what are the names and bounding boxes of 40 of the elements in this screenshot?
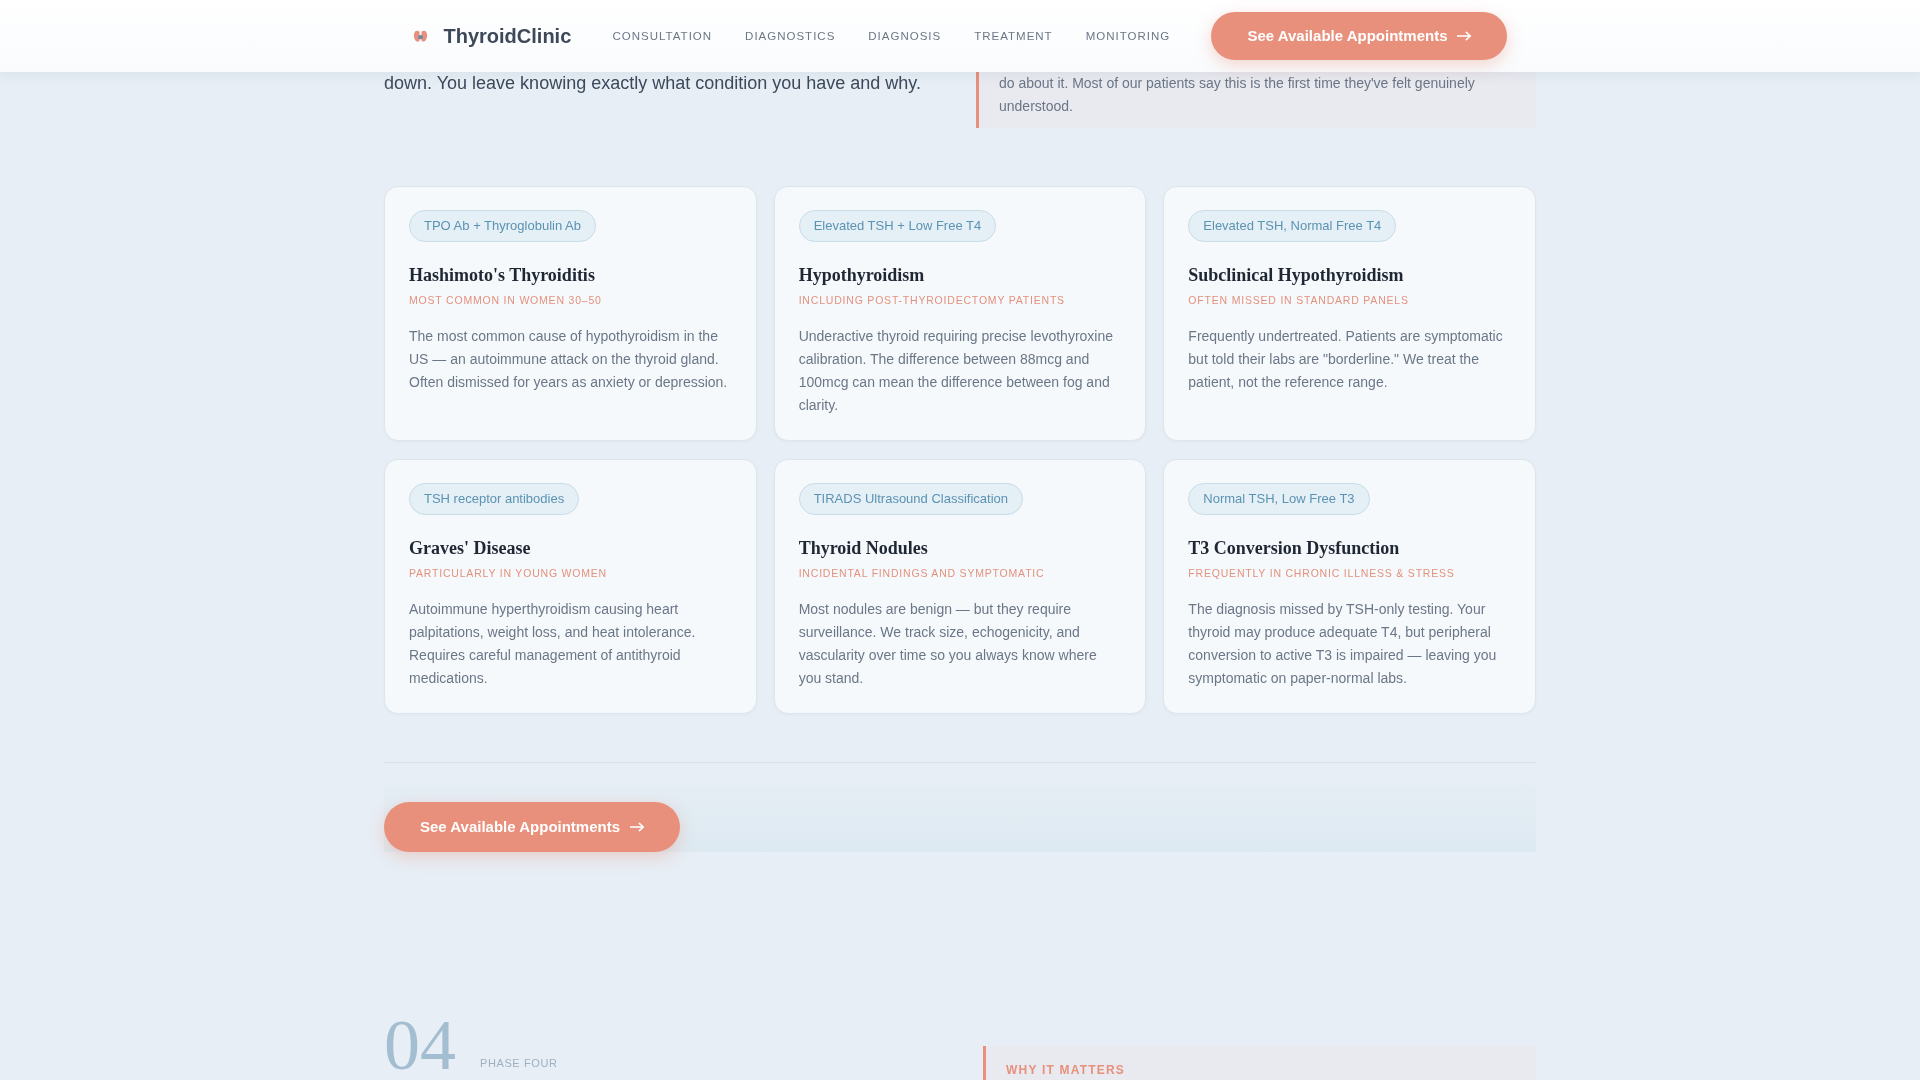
card-subtitle: PARTICULARLY IN YOUNG WOMEN — [409, 566, 607, 580]
card-title: Graves' Disease — [409, 537, 531, 560]
why-heading: WHY IT MATTERS — [1006, 1062, 1127, 1078]
card-subtitle: FREQUENTLY IN CHRONIC ILLNESS & STRESS — [1188, 566, 1455, 580]
card-title: T3 Conversion Dysfunction — [1188, 537, 1400, 560]
test-tag: TIRADS Ultrasound Classification — [798, 483, 1023, 515]
card-title: Subclinical Hypothyroidism — [1188, 264, 1404, 287]
nav-link[interactable]: CONSULTATION — [612, 28, 713, 44]
card-subtitle: MOST COMMON IN WOMEN 30–50 — [409, 293, 602, 307]
card-description: Underactive thyroid requiring precise levothyroxine calibration. The difference between 88mcg and 100mcg can mean the difference between fog and clarity. — [798, 327, 1115, 415]
card-title: Hashimoto's Thyroiditis — [409, 264, 595, 287]
card-description: Autoimmune hyperthyroidism causing heart palpitations, weight loss, and heat intolerance. Requires careful management of antithyroid medications. — [409, 600, 697, 688]
arrow-icon — [630, 822, 646, 832]
card-description: Frequently undertreated. Patients are symptomatic but told their labs are "borderline." We treat the patient, not the reference range. — [1188, 327, 1504, 392]
nav-link[interactable]: DIAGNOSIS — [868, 28, 942, 44]
intro-text: down. You leave knowing exactly what condition you have and why. — [384, 73, 922, 93]
appointments-button[interactable]: See Available Appointments — [1211, 12, 1508, 60]
nav-link[interactable]: MONITORING — [1085, 28, 1171, 44]
test-tag: Elevated TSH, Normal Free T4 — [1188, 210, 1397, 242]
test-tag: TSH receptor antibodies — [409, 483, 580, 515]
card-title: Hypothyroidism — [798, 264, 925, 287]
test-tag: Normal TSH, Low Free T3 — [1188, 483, 1370, 515]
quote-text: do about it. Most of our patients say this is the first time they've felt genuinely understood. — [999, 74, 1476, 116]
card-description: Most nodules are benign — but they require surveillance. We track size, echogenicity, and vascularity over time so you always know where you stand. — [798, 600, 1098, 688]
card-subtitle: OFTEN MISSED IN STANDARD PANELS — [1188, 293, 1409, 307]
card-subtitle: INCLUDING POST-THYROIDECTOMY PATIENTS — [798, 293, 1065, 307]
phase-number: 04 — [384, 1016, 456, 1074]
brand-name[interactable]: ThyroidClinic — [443, 24, 572, 48]
test-tag: Elevated TSH + Low Free T4 — [798, 210, 997, 242]
thyroid-icon — [412, 28, 428, 44]
phase-label: PHASE FOUR — [480, 1056, 558, 1070]
card-title: Thyroid Nodules — [798, 537, 928, 560]
nav-link[interactable]: DIAGNOSTICS — [745, 28, 836, 44]
card-description: The most common cause of hypothyroidism in the US — an autoimmune attack on the thyroid gland. Often dismissed for years as anxiety or depression. — [409, 327, 729, 392]
nav-link[interactable]: TREATMENT — [974, 28, 1053, 44]
card-description: The diagnosis missed by TSH-only testing. Your thyroid may produce adequate T4, but peripheral conversion to active T3 is impaired — leaving you symptomatic on paper-normal labs. — [1188, 600, 1498, 688]
test-tag: TPO Ab + Thyroglobulin Ab — [409, 210, 596, 242]
arrow-icon — [1457, 31, 1473, 41]
appointments-button[interactable]: See Available Appointments — [384, 802, 681, 852]
card-subtitle: INCIDENTAL FINDINGS AND SYMPTOMATIC — [798, 566, 1045, 580]
